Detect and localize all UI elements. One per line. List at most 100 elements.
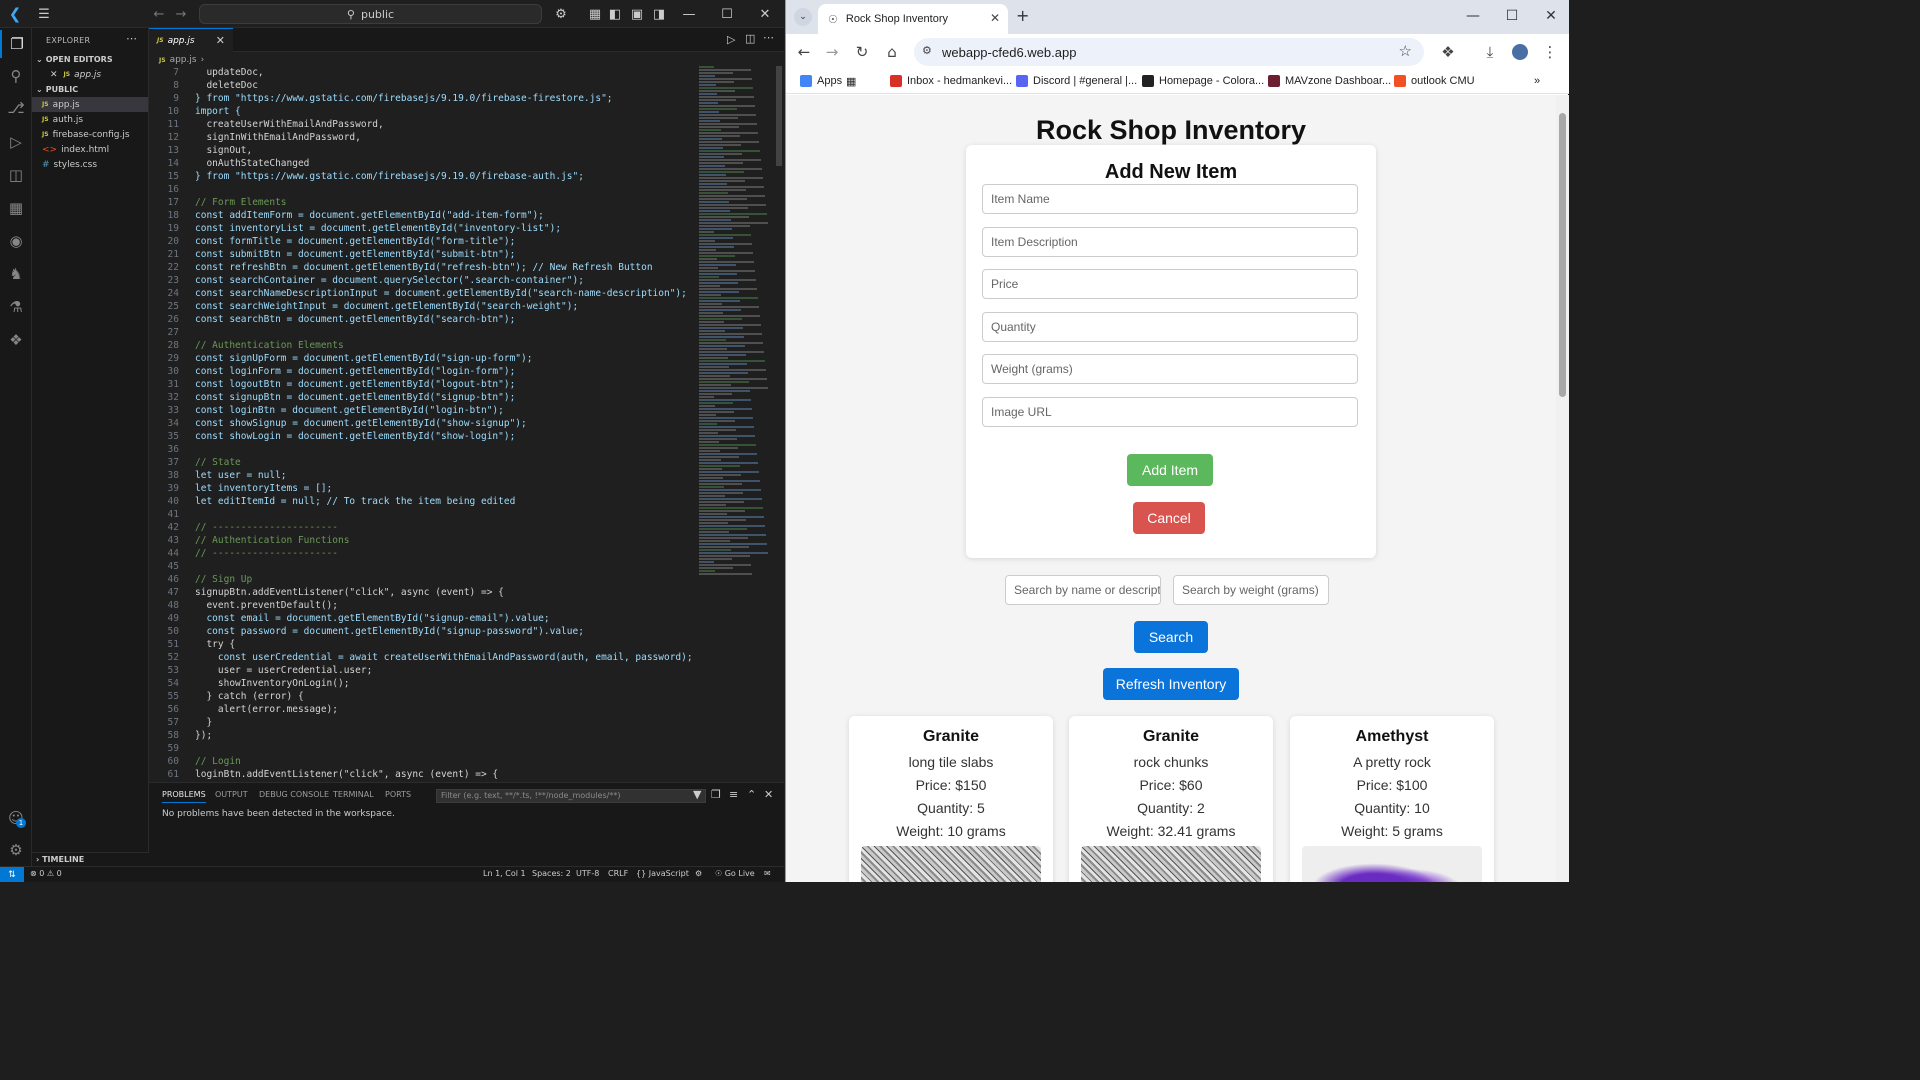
panel-tab-problems[interactable]: PROBLEMS	[162, 790, 206, 803]
chrome-menu-icon[interactable]: ⋮	[1540, 42, 1560, 62]
timeline-section[interactable]: › TIMELINE	[32, 852, 149, 866]
open-editor-item[interactable]: ✕ JS app.js	[32, 67, 148, 82]
cursor-position[interactable]: Ln 1, Col 1	[483, 869, 526, 878]
form-field-image-url[interactable]	[982, 396, 1358, 427]
package-icon[interactable]: ❖	[0, 326, 32, 354]
notifications-bell-icon[interactable]: ✉	[764, 869, 771, 878]
bookmark-item[interactable]: Homepage - Colora...	[1142, 75, 1264, 87]
new-tab-icon[interactable]: +	[1016, 6, 1029, 25]
search-button[interactable]: Search	[1134, 621, 1208, 653]
bookmark-item[interactable]: Apps	[800, 75, 842, 87]
extensions-icon[interactable]: ❖	[1438, 42, 1458, 62]
testing-icon[interactable]: ⚗	[0, 293, 32, 321]
form-field-item-description[interactable]	[982, 226, 1358, 257]
forward-icon[interactable]: →	[822, 42, 842, 62]
search-name-input[interactable]	[1005, 575, 1161, 605]
remote-indicator-icon[interactable]: ⇅	[0, 867, 24, 882]
language-mode[interactable]: {} JavaScript	[636, 869, 689, 878]
minimize-icon[interactable]: —	[1453, 4, 1493, 28]
close-panel-icon[interactable]: ✕	[764, 788, 773, 801]
code-editor[interactable]: 7 updateDoc, 8 deleteDoc 9} from "https://…	[149, 66, 697, 782]
public-folder-section[interactable]: ⌄ PUBLIC	[36, 85, 78, 94]
docker-icon[interactable]: ♞	[0, 260, 32, 288]
view-as-tree-icon[interactable]: ≡	[729, 788, 738, 801]
minimap[interactable]	[699, 66, 774, 606]
command-center-search[interactable]: ⚲ public	[199, 4, 542, 24]
collapse-all-icon[interactable]: ❐	[711, 788, 721, 801]
more-bookmarks-icon[interactable]: »	[1534, 75, 1540, 87]
reload-icon[interactable]: ↻	[852, 42, 872, 62]
search-weight-input[interactable]	[1173, 575, 1329, 605]
address-bar[interactable]: ⚙ webapp-cfed6.web.app ☆	[914, 38, 1424, 66]
editor-scrollbar[interactable]	[776, 66, 782, 166]
bookmark-item[interactable]: MAVzone Dashboar...	[1268, 75, 1391, 87]
panel-tab-output[interactable]: OUTPUT	[215, 790, 248, 799]
file-item[interactable]: JS auth.js	[32, 112, 148, 127]
explorer-icon[interactable]: ❐	[0, 30, 32, 58]
panel-tab-ports[interactable]: PORTS	[385, 790, 411, 799]
browser-tab[interactable]: ☉ Rock Shop Inventory ✕	[818, 4, 1008, 34]
source-control-icon[interactable]: ⎇	[0, 94, 32, 122]
file-item[interactable]: <> index.html	[32, 142, 148, 157]
site-info-icon[interactable]: ⚙	[922, 44, 932, 57]
more-icon[interactable]: ⋯	[763, 31, 774, 44]
form-field-item-name[interactable]	[982, 184, 1358, 214]
form-field-price[interactable]	[982, 269, 1358, 299]
github-icon[interactable]: ◉	[0, 227, 32, 255]
back-icon[interactable]: ←	[794, 42, 814, 62]
panel-tab-terminal[interactable]: TERMINAL	[333, 790, 374, 799]
settings-gear-icon[interactable]: ⚙	[0, 836, 32, 864]
remote-explorer-icon[interactable]: ◫	[0, 161, 32, 189]
encoding[interactable]: UTF-8	[576, 869, 599, 878]
tab-search-icon[interactable]: ⌄	[794, 8, 812, 26]
customize-layout-icon[interactable]: ▦	[588, 4, 602, 24]
refresh-inventory-button[interactable]: Refresh Inventory	[1103, 668, 1239, 700]
run-icon[interactable]: ▷	[727, 33, 735, 46]
file-item[interactable]: JS firebase-config.js	[32, 127, 148, 142]
home-icon[interactable]: ⌂	[882, 42, 902, 62]
open-editors-section[interactable]: ⌄ OPEN EDITORS	[36, 55, 113, 64]
accounts-icon[interactable]: ☺ 1	[0, 804, 32, 832]
cancel-button[interactable]: Cancel	[1133, 502, 1205, 534]
problems-status[interactable]: ⊗ 0 ⚠ 0	[30, 869, 62, 878]
downloads-icon[interactable]: ⤓	[1480, 42, 1500, 62]
file-item[interactable]: JS app.js	[32, 97, 148, 112]
profile-avatar[interactable]	[1510, 42, 1530, 62]
extensions-icon[interactable]: ▦	[0, 194, 32, 222]
page-scrollbar[interactable]	[1556, 95, 1569, 882]
scrollbar-thumb[interactable]	[1559, 113, 1566, 397]
go-live-button[interactable]: ☉ Go Live	[715, 869, 755, 878]
panel-tab-debug-console[interactable]: DEBUG CONSOLE	[259, 790, 329, 799]
menu-icon[interactable]: ☰	[36, 4, 52, 24]
close-window-icon[interactable]: ✕	[1531, 4, 1571, 28]
add-item-button[interactable]: Add Item	[1127, 454, 1213, 486]
maximize-icon[interactable]: ☐	[1492, 4, 1532, 28]
form-field-quantity[interactable]	[982, 311, 1358, 342]
file-item[interactable]: # styles.css	[32, 157, 148, 172]
tab-app-js[interactable]: JS app.js ✕	[149, 28, 233, 52]
maximize-panel-icon[interactable]: ⌃	[747, 788, 756, 801]
copilot-icon[interactable]: ⚙	[553, 4, 569, 24]
more-actions-icon[interactable]: ⋯	[126, 32, 137, 45]
toggle-secondary-sidebar-icon[interactable]: ◨	[652, 4, 666, 24]
form-field-weight-grams[interactable]	[982, 354, 1358, 384]
filter-icon[interactable]: ▼	[693, 788, 701, 801]
forward-arrow-icon[interactable]: →	[174, 4, 188, 24]
close-tab-icon[interactable]: ✕	[990, 11, 1000, 25]
tab-groups-icon[interactable]: ▦	[846, 75, 856, 88]
close-icon[interactable]: ✕	[747, 0, 783, 28]
line-endings[interactable]: CRLF	[608, 869, 628, 878]
split-editor-icon[interactable]: ◫	[745, 32, 755, 45]
breadcrumb[interactable]: JS app.js ›	[159, 55, 204, 65]
toggle-sidebar-icon[interactable]: ◧	[608, 4, 622, 24]
indentation[interactable]: Spaces: 2	[532, 869, 571, 878]
copilot-status-icon[interactable]: ⚙	[695, 869, 702, 878]
minimize-icon[interactable]: —	[671, 0, 707, 28]
close-editor-icon[interactable]: ✕	[50, 70, 58, 80]
run-debug-icon[interactable]: ▷	[0, 128, 32, 156]
problems-filter-input[interactable]: Filter (e.g. text, **/*.ts, !**/node_mod…	[436, 789, 706, 803]
maximize-icon[interactable]: ☐	[709, 0, 745, 28]
close-tab-icon[interactable]: ✕	[216, 34, 225, 47]
back-arrow-icon[interactable]: ←	[152, 4, 166, 24]
search-icon[interactable]: ⚲	[0, 62, 32, 90]
